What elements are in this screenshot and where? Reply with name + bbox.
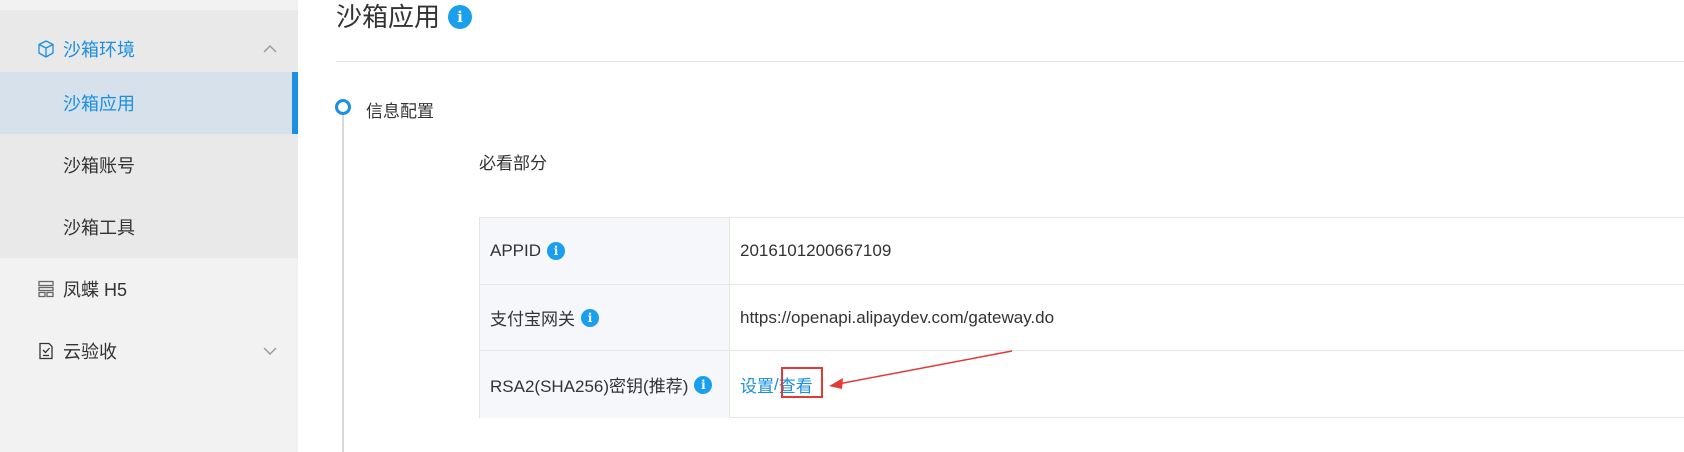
annotation-arrow [829,350,1013,389]
